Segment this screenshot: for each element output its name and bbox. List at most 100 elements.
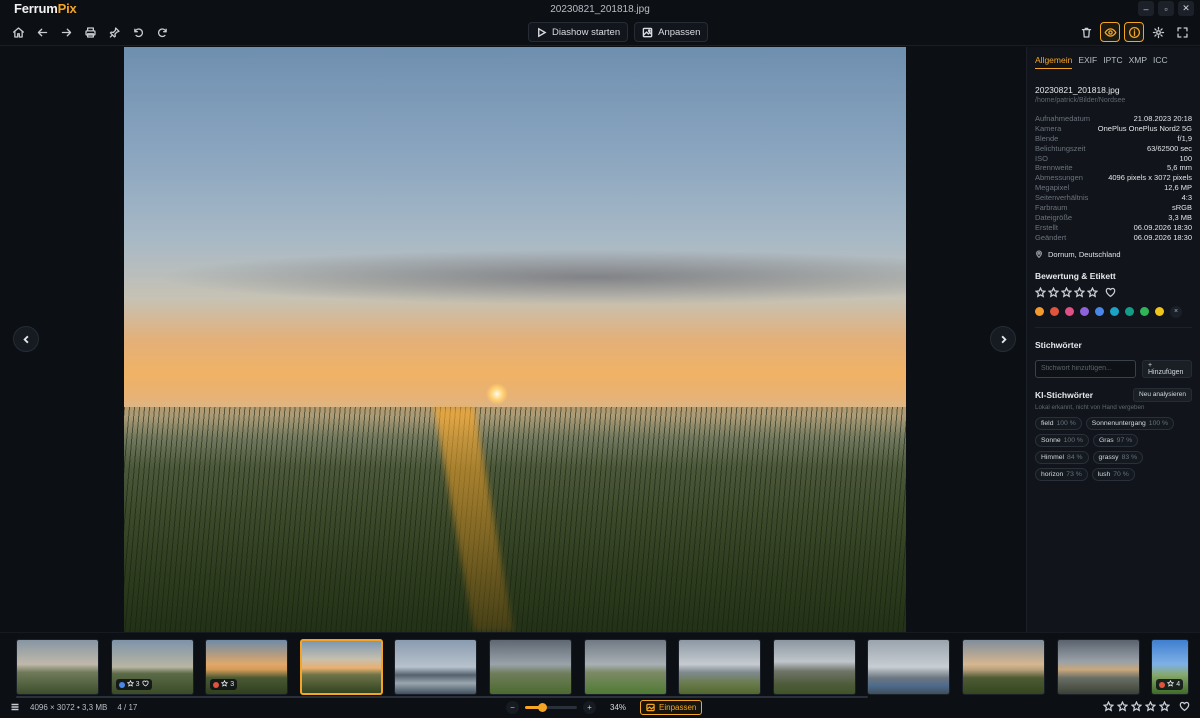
color-label-dot[interactable]	[1080, 307, 1089, 317]
zoom-out-button[interactable]: −	[506, 701, 519, 714]
filmstrip-thumbnail[interactable]	[678, 639, 762, 695]
metadata-row: Erstellt 06.09.2026 18:30	[1035, 223, 1192, 233]
add-keyword-button[interactable]: + Hinzufügen	[1142, 359, 1192, 378]
rating-star-icon[interactable]	[1060, 286, 1073, 298]
metadata-value: 3,3 MB	[1168, 212, 1192, 222]
home-icon[interactable]	[8, 22, 28, 42]
keyword-input[interactable]	[1035, 359, 1136, 378]
metadata-key: Megapixel	[1035, 183, 1070, 193]
tab-iptc[interactable]: IPTC	[1103, 55, 1122, 69]
clear-color-label-button[interactable]: ×	[1170, 305, 1182, 318]
minimize-button[interactable]: –	[1138, 1, 1154, 16]
ai-keyword-chip[interactable]: Sonnenuntergang 100 %	[1085, 416, 1175, 430]
previous-image-button[interactable]	[13, 326, 39, 352]
reanalyse-button[interactable]: Neu analysieren	[1133, 387, 1192, 402]
color-label-dot[interactable]	[1125, 307, 1134, 317]
info-icon[interactable]	[1124, 22, 1144, 42]
next-image-button[interactable]	[990, 326, 1016, 352]
metadata-value: 5,6 mm	[1166, 163, 1192, 173]
filmstrip-thumbnail[interactable]	[489, 639, 572, 695]
pin-icon[interactable]	[104, 22, 124, 42]
ai-keyword-chip[interactable]: grassy 83 %	[1092, 450, 1144, 464]
filmstrip-thumbnail[interactable]	[16, 639, 99, 695]
status-rating-star-icon[interactable]	[1116, 700, 1129, 712]
thumbnail-star-icon	[1166, 679, 1175, 689]
location-pin-icon	[1035, 250, 1043, 259]
thumbnail-star-count: 3	[135, 681, 140, 688]
filmstrip-thumbnail[interactable]	[394, 639, 478, 695]
fit-button[interactable]: Einpassen	[640, 700, 703, 715]
rotate-right-icon[interactable]	[152, 22, 172, 42]
slideshow-button[interactable]: Diashow starten	[528, 22, 629, 42]
print-icon[interactable]	[80, 22, 100, 42]
zoom-slider-handle[interactable]	[538, 703, 548, 712]
arrow-right-icon[interactable]	[56, 22, 76, 42]
trash-icon[interactable]	[1076, 22, 1096, 42]
ai-keyword-word: field	[1041, 419, 1054, 427]
ai-keyword-word: lush	[1097, 470, 1111, 478]
thumbnail-badge: 3	[115, 679, 152, 690]
ai-keyword-chip[interactable]: horizon 73 %	[1035, 467, 1088, 481]
filmstrip-thumbnail[interactable]: 4	[1151, 639, 1190, 695]
tab-exif[interactable]: EXIF	[1078, 55, 1097, 69]
eye-icon[interactable]	[1100, 22, 1120, 42]
zoom-in-button[interactable]: +	[583, 701, 596, 714]
maximize-button[interactable]: ▫	[1158, 1, 1174, 16]
status-rating-star-icon[interactable]	[1102, 700, 1115, 712]
rating-heart-icon[interactable]	[1105, 287, 1116, 298]
status-rating-star-icon[interactable]	[1158, 700, 1171, 712]
gear-icon[interactable]	[1148, 22, 1168, 42]
metadata-key: Erstellt	[1035, 222, 1058, 232]
menu-icon[interactable]	[10, 702, 20, 712]
color-label-dot[interactable]	[1140, 307, 1149, 317]
status-rating-star-icon[interactable]	[1130, 700, 1143, 712]
filmstrip-scrollbar[interactable]	[16, 696, 868, 698]
adjust-button[interactable]: Anpassen	[634, 22, 709, 42]
rating-star-icon[interactable]	[1086, 286, 1099, 298]
rating-star-icon[interactable]	[1047, 286, 1060, 298]
status-rating-star-icon[interactable]	[1144, 700, 1157, 712]
color-label-dot[interactable]	[1095, 307, 1104, 317]
filmstrip-thumbnail[interactable]: 3	[110, 639, 194, 695]
fit-label: Einpassen	[659, 703, 697, 712]
color-label-dot[interactable]	[1155, 307, 1164, 317]
metadata-row: ISO 100	[1035, 154, 1192, 164]
filmstrip-thumbnail[interactable]	[299, 639, 383, 695]
close-button[interactable]: ✕	[1178, 1, 1194, 16]
image-dimensions: 4096 × 3072 • 3,3 MB	[30, 702, 108, 712]
color-label-dot[interactable]	[1050, 307, 1059, 317]
fullscreen-icon[interactable]	[1172, 22, 1192, 42]
filmstrip-thumbnail[interactable]: 3	[205, 639, 289, 695]
color-label-dot[interactable]	[1035, 307, 1044, 317]
filmstrip-thumbnail[interactable]	[1056, 639, 1140, 695]
main-photo[interactable]	[124, 47, 906, 632]
tab-allgemein[interactable]: Allgemein	[1035, 55, 1073, 69]
filmstrip-thumbnail[interactable]	[867, 639, 951, 695]
rating-star-icon[interactable]	[1073, 286, 1086, 298]
photo-clouds	[124, 247, 906, 307]
ai-keyword-chip[interactable]: field 100 %	[1035, 416, 1082, 430]
filmstrip-thumbnail[interactable]	[583, 639, 667, 695]
rating-star-icon[interactable]	[1034, 286, 1047, 298]
arrow-left-icon[interactable]	[32, 22, 52, 42]
color-label-dot[interactable]	[1065, 307, 1074, 317]
ai-keyword-chip[interactable]: Sonne 100 %	[1035, 433, 1089, 447]
filmstrip-thumbnail[interactable]	[772, 639, 856, 695]
ai-keyword-chip[interactable]: lush 70 %	[1091, 467, 1135, 481]
play-icon	[538, 27, 547, 37]
status-rating-heart-icon[interactable]	[1179, 701, 1190, 712]
metadata-row: Farbraum sRGB	[1035, 203, 1192, 213]
color-label-dot[interactable]	[1110, 307, 1119, 317]
rotate-left-icon[interactable]	[128, 22, 148, 42]
toolbar: Diashow starten Anpassen	[0, 18, 1200, 46]
metadata-row: Aufnahmedatum 21.08.2023 20:18	[1035, 114, 1192, 124]
filmstrip-thumbnail[interactable]	[962, 639, 1045, 695]
metadata-row: Brennweite 5,6 mm	[1035, 163, 1192, 173]
zoom-slider[interactable]	[525, 703, 577, 712]
tab-xmp[interactable]: XMP	[1129, 55, 1147, 69]
ai-keyword-chip[interactable]: Himmel 84 %	[1035, 450, 1089, 464]
metadata-key: Farbraum	[1035, 203, 1068, 213]
metadata-value: 06.09.2026 18:30	[1133, 222, 1192, 232]
tab-icc[interactable]: ICC	[1153, 55, 1168, 69]
ai-keyword-chip[interactable]: Gras 97 %	[1092, 433, 1139, 447]
